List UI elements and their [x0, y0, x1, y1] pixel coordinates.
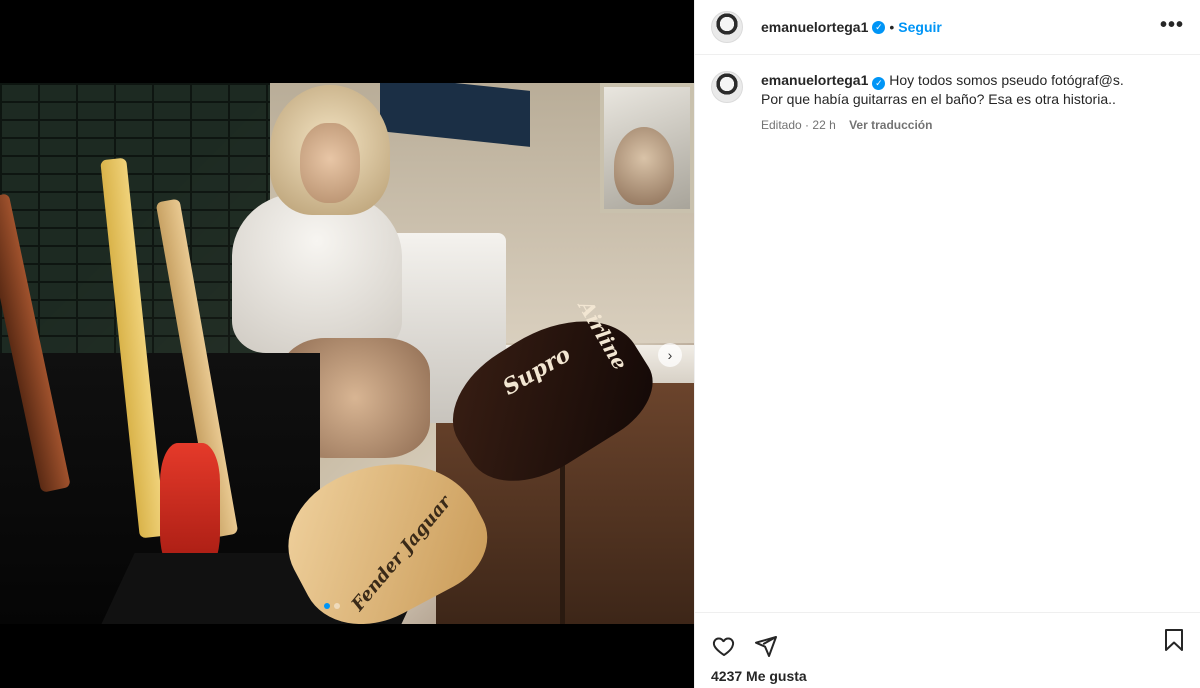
carousel-dot-1: [324, 603, 330, 609]
header-separator: •: [889, 19, 895, 35]
caption-avatar[interactable]: [711, 71, 743, 103]
caption-verified-badge-icon: ✓: [872, 76, 886, 90]
author-avatar[interactable]: [711, 11, 743, 43]
send-icon[interactable]: [753, 633, 779, 659]
carousel-dot-2: [334, 603, 340, 609]
translate-link[interactable]: Ver traducción: [849, 118, 932, 132]
post-actions-bar: [695, 612, 1200, 664]
likes-count[interactable]: 4237 Me gusta: [711, 668, 807, 684]
post-time[interactable]: 22 h: [812, 118, 835, 132]
caption-line-1: Hoy todos somos pseudo fotógraf@s.: [889, 72, 1124, 88]
edited-label: Editado: [761, 117, 802, 132]
caption-comment: emanuelortega1 ✓ Hoy todos somos pseudo f…: [695, 55, 1200, 134]
chevron-right-icon: ›: [667, 347, 673, 363]
instagram-post-modal: Supro Airline Fender Jaguar › emanuelort…: [0, 0, 1200, 688]
carousel-indicator: [324, 603, 340, 609]
verified-badge-icon: ✓: [872, 20, 886, 34]
follow-button[interactable]: Seguir: [898, 19, 942, 35]
person-body: [232, 193, 402, 353]
caption-line-2: Por que había guitarras en el baño? Esa …: [761, 90, 1116, 107]
meta-separator: ·: [805, 117, 810, 132]
post-side-panel: emanuelortega1 ✓ • Seguir ••• emanuelort…: [694, 0, 1200, 688]
post-header: emanuelortega1 ✓ • Seguir •••: [695, 0, 1200, 55]
caption-username[interactable]: emanuelortega1: [761, 72, 868, 88]
caption-body: emanuelortega1 ✓ Hoy todos somos pseudo f…: [761, 71, 1124, 134]
heart-icon[interactable]: [711, 633, 737, 659]
person-face: [300, 123, 360, 203]
bookmark-icon[interactable]: [1161, 627, 1187, 653]
mirror-reflection: [614, 127, 674, 205]
post-photo[interactable]: Supro Airline Fender Jaguar: [0, 83, 694, 624]
author-username[interactable]: emanuelortega1: [761, 19, 868, 35]
more-options-icon[interactable]: •••: [1160, 14, 1184, 37]
caption-meta: Editado · 22 h Ver traducción: [761, 116, 1124, 134]
carousel-next-button[interactable]: ›: [658, 343, 682, 367]
post-media: Supro Airline Fender Jaguar ›: [0, 0, 694, 688]
